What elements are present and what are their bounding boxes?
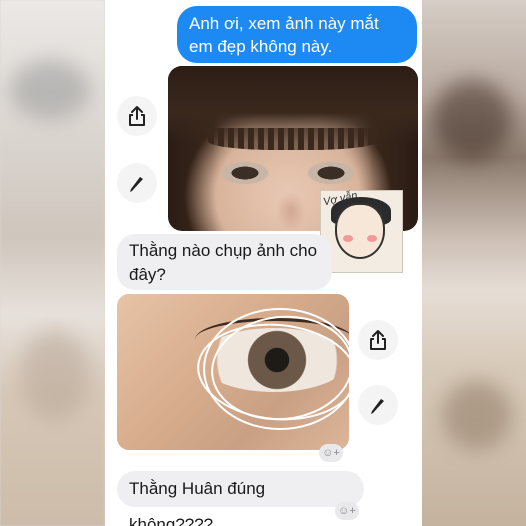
add-reaction-button-2[interactable]: ☺+ bbox=[335, 502, 359, 520]
sticker-cheek-right bbox=[367, 235, 377, 242]
pencil-icon bbox=[371, 399, 384, 414]
photo-message-eye[interactable] bbox=[117, 294, 349, 450]
sticker-image[interactable]: Vợ vẫn bbox=[320, 190, 403, 273]
add-reaction-icon: ☺+ bbox=[338, 505, 356, 517]
add-reaction-button-1[interactable]: ☺+ bbox=[319, 444, 343, 462]
message-text: Anh ơi, xem ảnh này mắt em đẹp không này… bbox=[189, 14, 379, 56]
add-reaction-icon: ☺+ bbox=[322, 447, 340, 459]
pencil-icon bbox=[130, 177, 143, 192]
message-bubble-outgoing[interactable]: Anh ơi, xem ảnh này mắt em đẹp không này… bbox=[177, 6, 417, 63]
blurred-background-right bbox=[422, 0, 526, 526]
share-button-1[interactable] bbox=[117, 96, 157, 136]
nose-shade bbox=[276, 191, 306, 231]
share-button-2[interactable] bbox=[358, 320, 398, 360]
hair-fringe bbox=[168, 66, 418, 150]
share-icon bbox=[129, 106, 145, 126]
blurred-background-left bbox=[0, 0, 105, 526]
share-icon bbox=[370, 330, 386, 350]
message-bubble-incoming[interactable]: Thằng Huân đúng không???? bbox=[117, 471, 364, 526]
message-text: Thằng Huân đúng không???? bbox=[129, 479, 266, 526]
edit-button-2[interactable] bbox=[358, 385, 398, 425]
sticker-cheek-left bbox=[343, 235, 353, 242]
message-bubble-incoming[interactable]: Thằng nào chụp ảnh cho đây? bbox=[117, 234, 332, 290]
edit-button-1[interactable] bbox=[117, 163, 157, 203]
message-text: Thằng nào chụp ảnh cho đây? bbox=[129, 241, 318, 284]
sticker-face bbox=[335, 203, 385, 259]
chat-thread: Anh ơi, xem ảnh này mắt em đẹp không này… bbox=[105, 0, 422, 526]
